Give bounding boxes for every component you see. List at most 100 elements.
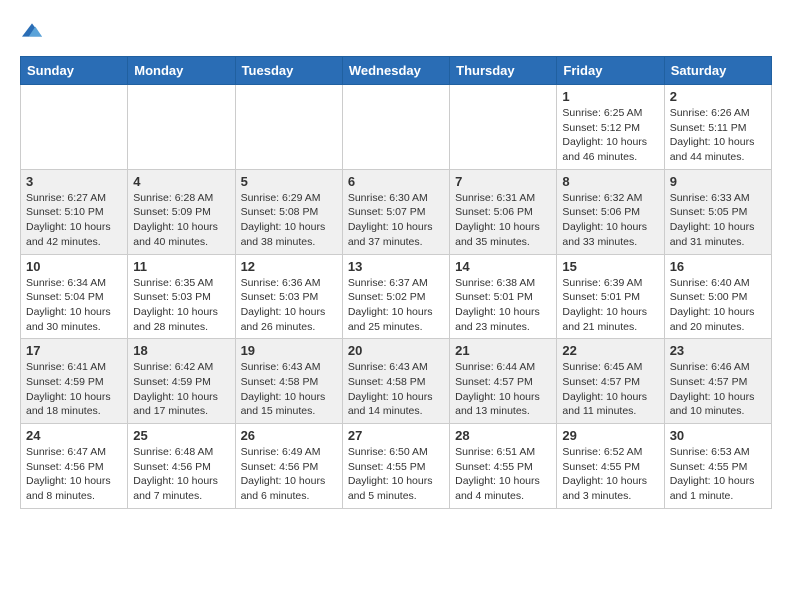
day-number: 8: [562, 174, 658, 189]
calendar-day-cell: 1 Sunrise: 6:25 AM Sunset: 5:12 PM Daylig…: [557, 85, 664, 170]
day-number: 2: [670, 89, 766, 104]
day-info: Sunrise: 6:33 AM Sunset: 5:05 PM Dayligh…: [670, 191, 766, 250]
day-info: Sunrise: 6:25 AM Sunset: 5:12 PM Dayligh…: [562, 106, 658, 165]
day-info: Sunrise: 6:32 AM Sunset: 5:06 PM Dayligh…: [562, 191, 658, 250]
day-info: Sunrise: 6:40 AM Sunset: 5:00 PM Dayligh…: [670, 276, 766, 335]
day-info: Sunrise: 6:34 AM Sunset: 5:04 PM Dayligh…: [26, 276, 122, 335]
day-info: Sunrise: 6:44 AM Sunset: 4:57 PM Dayligh…: [455, 360, 551, 419]
day-info: Sunrise: 6:43 AM Sunset: 4:58 PM Dayligh…: [348, 360, 444, 419]
day-number: 20: [348, 343, 444, 358]
day-number: 9: [670, 174, 766, 189]
calendar-day-cell: 15Sunrise: 6:39 AM Sunset: 5:01 PM Dayli…: [557, 254, 664, 339]
day-info: Sunrise: 6:41 AM Sunset: 4:59 PM Dayligh…: [26, 360, 122, 419]
calendar-day-cell: 16 Sunrise: 6:40 AM Sunset: 5:00 PM Dayli…: [664, 254, 771, 339]
calendar-day-cell: 23 Sunrise: 6:46 AM Sunset: 4:57 PM Dayli…: [664, 339, 771, 424]
logo-icon: [22, 20, 42, 40]
calendar-day-cell: 7 Sunrise: 6:31 AM Sunset: 5:06 PM Daylig…: [450, 169, 557, 254]
day-info: Sunrise: 6:35 AM Sunset: 5:03 PM Dayligh…: [133, 276, 229, 335]
day-info: Sunrise: 6:48 AM Sunset: 4:56 PM Dayligh…: [133, 445, 229, 504]
weekday-header-cell: Thursday: [450, 57, 557, 85]
calendar-day-cell: 17Sunrise: 6:41 AM Sunset: 4:59 PM Dayli…: [21, 339, 128, 424]
day-info: Sunrise: 6:50 AM Sunset: 4:55 PM Dayligh…: [348, 445, 444, 504]
day-info: Sunrise: 6:49 AM Sunset: 4:56 PM Dayligh…: [241, 445, 337, 504]
day-number: 29: [562, 428, 658, 443]
day-number: 3: [26, 174, 122, 189]
weekday-header-cell: Monday: [128, 57, 235, 85]
day-number: 19: [241, 343, 337, 358]
weekday-header-cell: Tuesday: [235, 57, 342, 85]
calendar-day-cell: 13Sunrise: 6:37 AM Sunset: 5:02 PM Dayli…: [342, 254, 449, 339]
weekday-header-row: SundayMondayTuesdayWednesdayThursdayFrid…: [21, 57, 772, 85]
day-number: 28: [455, 428, 551, 443]
day-number: 14: [455, 259, 551, 274]
day-number: 27: [348, 428, 444, 443]
day-info: Sunrise: 6:29 AM Sunset: 5:08 PM Dayligh…: [241, 191, 337, 250]
day-info: Sunrise: 6:30 AM Sunset: 5:07 PM Dayligh…: [348, 191, 444, 250]
day-number: 12: [241, 259, 337, 274]
calendar-day-cell: 8 Sunrise: 6:32 AM Sunset: 5:06 PM Daylig…: [557, 169, 664, 254]
day-number: 23: [670, 343, 766, 358]
calendar-day-cell: [235, 85, 342, 170]
weekday-header-cell: Wednesday: [342, 57, 449, 85]
calendar-day-cell: 12Sunrise: 6:36 AM Sunset: 5:03 PM Dayli…: [235, 254, 342, 339]
calendar-day-cell: 30Sunrise: 6:53 AM Sunset: 4:55 PM Dayli…: [664, 424, 771, 509]
calendar-week-row: 10Sunrise: 6:34 AM Sunset: 5:04 PM Dayli…: [21, 254, 772, 339]
calendar-week-row: 17Sunrise: 6:41 AM Sunset: 4:59 PM Dayli…: [21, 339, 772, 424]
calendar-day-cell: 22 Sunrise: 6:45 AM Sunset: 4:57 PM Dayli…: [557, 339, 664, 424]
calendar-day-cell: 3 Sunrise: 6:27 AM Sunset: 5:10 PM Daylig…: [21, 169, 128, 254]
calendar-week-row: 24 Sunrise: 6:47 AM Sunset: 4:56 PM Dayli…: [21, 424, 772, 509]
day-info: Sunrise: 6:51 AM Sunset: 4:55 PM Dayligh…: [455, 445, 551, 504]
day-number: 26: [241, 428, 337, 443]
calendar-week-row: 3 Sunrise: 6:27 AM Sunset: 5:10 PM Daylig…: [21, 169, 772, 254]
day-number: 1: [562, 89, 658, 104]
calendar-day-cell: 27 Sunrise: 6:50 AM Sunset: 4:55 PM Dayli…: [342, 424, 449, 509]
day-number: 7: [455, 174, 551, 189]
calendar-day-cell: [21, 85, 128, 170]
calendar-day-cell: 11 Sunrise: 6:35 AM Sunset: 5:03 PM Dayli…: [128, 254, 235, 339]
day-number: 16: [670, 259, 766, 274]
day-number: 6: [348, 174, 444, 189]
logo: [20, 20, 42, 40]
day-number: 13: [348, 259, 444, 274]
day-number: 22: [562, 343, 658, 358]
day-number: 11: [133, 259, 229, 274]
day-number: 5: [241, 174, 337, 189]
weekday-header-cell: Friday: [557, 57, 664, 85]
day-info: Sunrise: 6:45 AM Sunset: 4:57 PM Dayligh…: [562, 360, 658, 419]
weekday-header-cell: Saturday: [664, 57, 771, 85]
day-number: 25: [133, 428, 229, 443]
calendar-body: 1 Sunrise: 6:25 AM Sunset: 5:12 PM Daylig…: [21, 85, 772, 509]
day-info: Sunrise: 6:53 AM Sunset: 4:55 PM Dayligh…: [670, 445, 766, 504]
day-info: Sunrise: 6:46 AM Sunset: 4:57 PM Dayligh…: [670, 360, 766, 419]
weekday-header-cell: Sunday: [21, 57, 128, 85]
calendar-day-cell: 25 Sunrise: 6:48 AM Sunset: 4:56 PM Dayli…: [128, 424, 235, 509]
day-info: Sunrise: 6:28 AM Sunset: 5:09 PM Dayligh…: [133, 191, 229, 250]
day-info: Sunrise: 6:31 AM Sunset: 5:06 PM Dayligh…: [455, 191, 551, 250]
calendar-day-cell: 4 Sunrise: 6:28 AM Sunset: 5:09 PM Daylig…: [128, 169, 235, 254]
calendar-table: SundayMondayTuesdayWednesdayThursdayFrid…: [20, 56, 772, 509]
day-info: Sunrise: 6:52 AM Sunset: 4:55 PM Dayligh…: [562, 445, 658, 504]
day-info: Sunrise: 6:26 AM Sunset: 5:11 PM Dayligh…: [670, 106, 766, 165]
calendar-day-cell: [342, 85, 449, 170]
day-number: 4: [133, 174, 229, 189]
calendar-day-cell: 29 Sunrise: 6:52 AM Sunset: 4:55 PM Dayli…: [557, 424, 664, 509]
calendar-day-cell: 28 Sunrise: 6:51 AM Sunset: 4:55 PM Dayli…: [450, 424, 557, 509]
calendar-day-cell: 5 Sunrise: 6:29 AM Sunset: 5:08 PM Daylig…: [235, 169, 342, 254]
calendar-day-cell: 9 Sunrise: 6:33 AM Sunset: 5:05 PM Daylig…: [664, 169, 771, 254]
calendar-week-row: 1 Sunrise: 6:25 AM Sunset: 5:12 PM Daylig…: [21, 85, 772, 170]
calendar-day-cell: 20 Sunrise: 6:43 AM Sunset: 4:58 PM Dayli…: [342, 339, 449, 424]
calendar-day-cell: 10Sunrise: 6:34 AM Sunset: 5:04 PM Dayli…: [21, 254, 128, 339]
day-info: Sunrise: 6:38 AM Sunset: 5:01 PM Dayligh…: [455, 276, 551, 335]
day-number: 21: [455, 343, 551, 358]
calendar-day-cell: 19Sunrise: 6:43 AM Sunset: 4:58 PM Dayli…: [235, 339, 342, 424]
calendar-day-cell: 21 Sunrise: 6:44 AM Sunset: 4:57 PM Dayli…: [450, 339, 557, 424]
calendar-day-cell: 14 Sunrise: 6:38 AM Sunset: 5:01 PM Dayli…: [450, 254, 557, 339]
calendar-day-cell: 18Sunrise: 6:42 AM Sunset: 4:59 PM Dayli…: [128, 339, 235, 424]
calendar-day-cell: 2 Sunrise: 6:26 AM Sunset: 5:11 PM Daylig…: [664, 85, 771, 170]
day-info: Sunrise: 6:27 AM Sunset: 5:10 PM Dayligh…: [26, 191, 122, 250]
calendar-day-cell: 6 Sunrise: 6:30 AM Sunset: 5:07 PM Daylig…: [342, 169, 449, 254]
day-number: 15: [562, 259, 658, 274]
day-number: 18: [133, 343, 229, 358]
day-info: Sunrise: 6:47 AM Sunset: 4:56 PM Dayligh…: [26, 445, 122, 504]
day-number: 24: [26, 428, 122, 443]
